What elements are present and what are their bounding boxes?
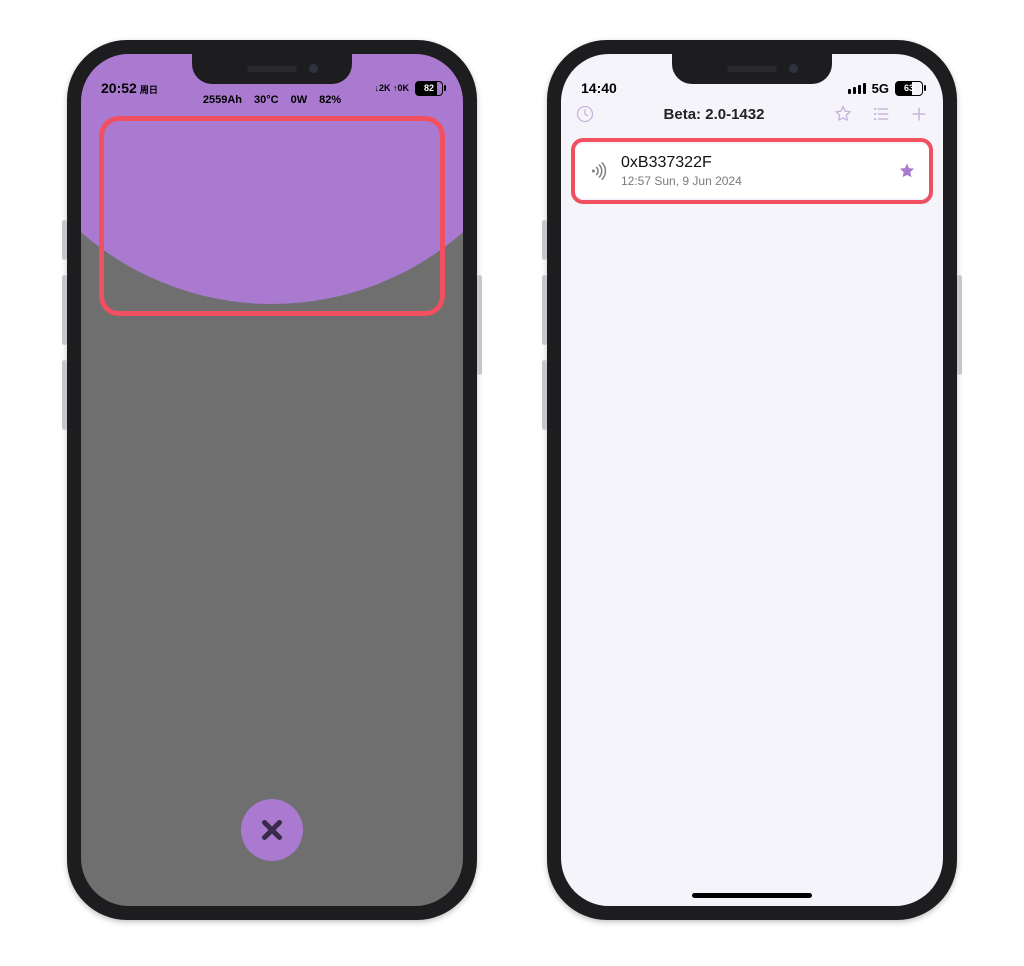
star-icon[interactable] — [833, 104, 853, 124]
device-timestamp: 12:57 Sun, 9 Jun 2024 — [621, 174, 742, 188]
history-icon[interactable] — [575, 104, 595, 124]
home-indicator[interactable] — [692, 893, 812, 898]
app-toolbar: Beta: 2.0-1432 — [561, 98, 943, 130]
volume-mute-button[interactable] — [542, 220, 547, 260]
stat-temp: 30°C — [254, 94, 279, 106]
volume-down-button[interactable] — [542, 360, 547, 430]
device-name: 0xB337322F — [621, 154, 742, 172]
screen-device-list: 14:40 5G 63 Beta: 2.0-1432 — [561, 54, 943, 906]
status-time: 14:40 — [581, 80, 617, 96]
toolbar-title: Beta: 2.0-1432 — [664, 106, 765, 123]
favorite-star-icon[interactable] — [897, 161, 917, 181]
device-notch — [192, 54, 352, 84]
broadcast-icon — [587, 160, 609, 182]
volume-up-button[interactable] — [62, 275, 67, 345]
power-button[interactable] — [957, 275, 962, 375]
power-button[interactable] — [477, 275, 482, 375]
close-button[interactable] — [241, 799, 303, 861]
phone-right: 14:40 5G 63 Beta: 2.0-1432 — [547, 40, 957, 920]
stat-capacity: 2559Ah — [203, 94, 242, 106]
list-icon[interactable] — [871, 104, 891, 124]
volume-down-button[interactable] — [62, 360, 67, 430]
device-notch — [672, 54, 832, 84]
plus-icon[interactable] — [909, 104, 929, 124]
device-list: 0xB337322F 12:57 Sun, 9 Jun 2024 — [561, 130, 943, 906]
mini-stats-row: 2559Ah 30°C 0W 82% — [81, 94, 463, 106]
battery-icon: 63 — [895, 81, 923, 96]
screen-scan: 20:52 周日 ↓2K ↑0K 82 2559Ah 30°C 0W 82% — [81, 54, 463, 906]
volume-up-button[interactable] — [542, 275, 547, 345]
phone-left: 20:52 周日 ↓2K ↑0K 82 2559Ah 30°C 0W 82% — [67, 40, 477, 920]
volume-mute-button[interactable] — [62, 220, 67, 260]
stat-power: 0W — [291, 94, 308, 106]
highlight-scan-area — [99, 116, 445, 316]
network-label: 5G — [872, 81, 889, 96]
device-row[interactable]: 0xB337322F 12:57 Sun, 9 Jun 2024 — [575, 144, 929, 198]
signal-icon — [848, 83, 866, 94]
close-icon — [257, 815, 287, 845]
battery-pct: 63 — [896, 82, 922, 95]
stat-soc: 82% — [319, 94, 341, 106]
net-rate-icon: ↓2K ↑0K — [374, 84, 409, 93]
